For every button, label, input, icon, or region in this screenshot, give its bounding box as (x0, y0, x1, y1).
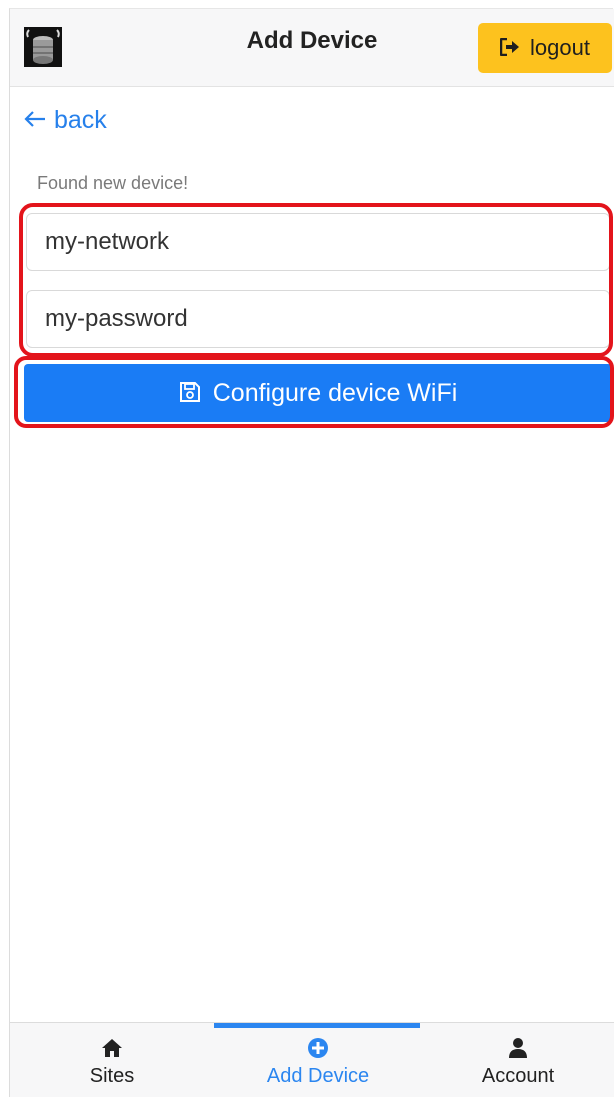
logout-label: logout (530, 35, 590, 60)
nav-label-add-device: Add Device (266, 1065, 370, 1087)
nav-item-sites[interactable]: Sites (10, 1023, 214, 1097)
back-link[interactable]: back (24, 106, 107, 135)
nav-item-account[interactable]: Account (422, 1023, 614, 1097)
sign-out-icon (499, 37, 520, 59)
bottom-nav: Sites Add Device Account (10, 1022, 614, 1097)
logout-button[interactable]: logout (478, 23, 612, 73)
home-icon (101, 1037, 123, 1059)
app-screen: Add Device logout back Found new device! (0, 0, 614, 1097)
user-icon (507, 1037, 529, 1059)
back-label: back (54, 106, 107, 134)
button-highlight-box (14, 356, 614, 428)
arrow-left-icon (24, 106, 46, 135)
header-bar: Add Device logout (10, 9, 614, 87)
inputs-highlight-box (19, 203, 613, 357)
nav-label-account: Account (481, 1065, 555, 1087)
frame-border (9, 8, 613, 1097)
nav-label-sites: Sites (89, 1065, 135, 1087)
status-text: Found new device! (37, 173, 189, 193)
plus-circle-icon (307, 1037, 329, 1059)
nav-item-add-device[interactable]: Add Device (214, 1023, 422, 1097)
